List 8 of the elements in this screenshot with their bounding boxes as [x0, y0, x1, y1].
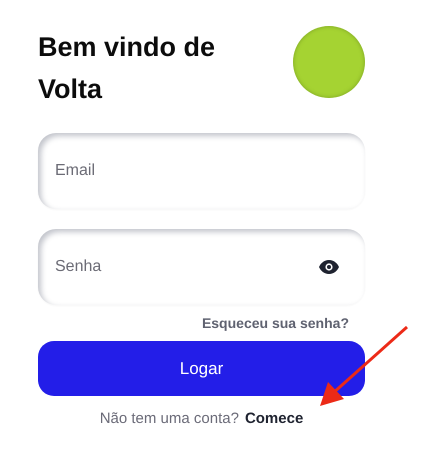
login-button[interactable]: Logar	[38, 341, 365, 396]
forgot-password-link[interactable]: Esqueceu sua senha?	[202, 315, 349, 331]
signup-link[interactable]: Comece	[244, 410, 304, 427]
eye-icon[interactable]	[319, 260, 339, 274]
signup-prompt: Não tem uma conta?	[100, 410, 239, 427]
password-field[interactable]: Senha	[38, 229, 365, 305]
email-field[interactable]: Email	[38, 133, 365, 209]
welcome-title: Bem vindo de Volta	[38, 31, 216, 106]
